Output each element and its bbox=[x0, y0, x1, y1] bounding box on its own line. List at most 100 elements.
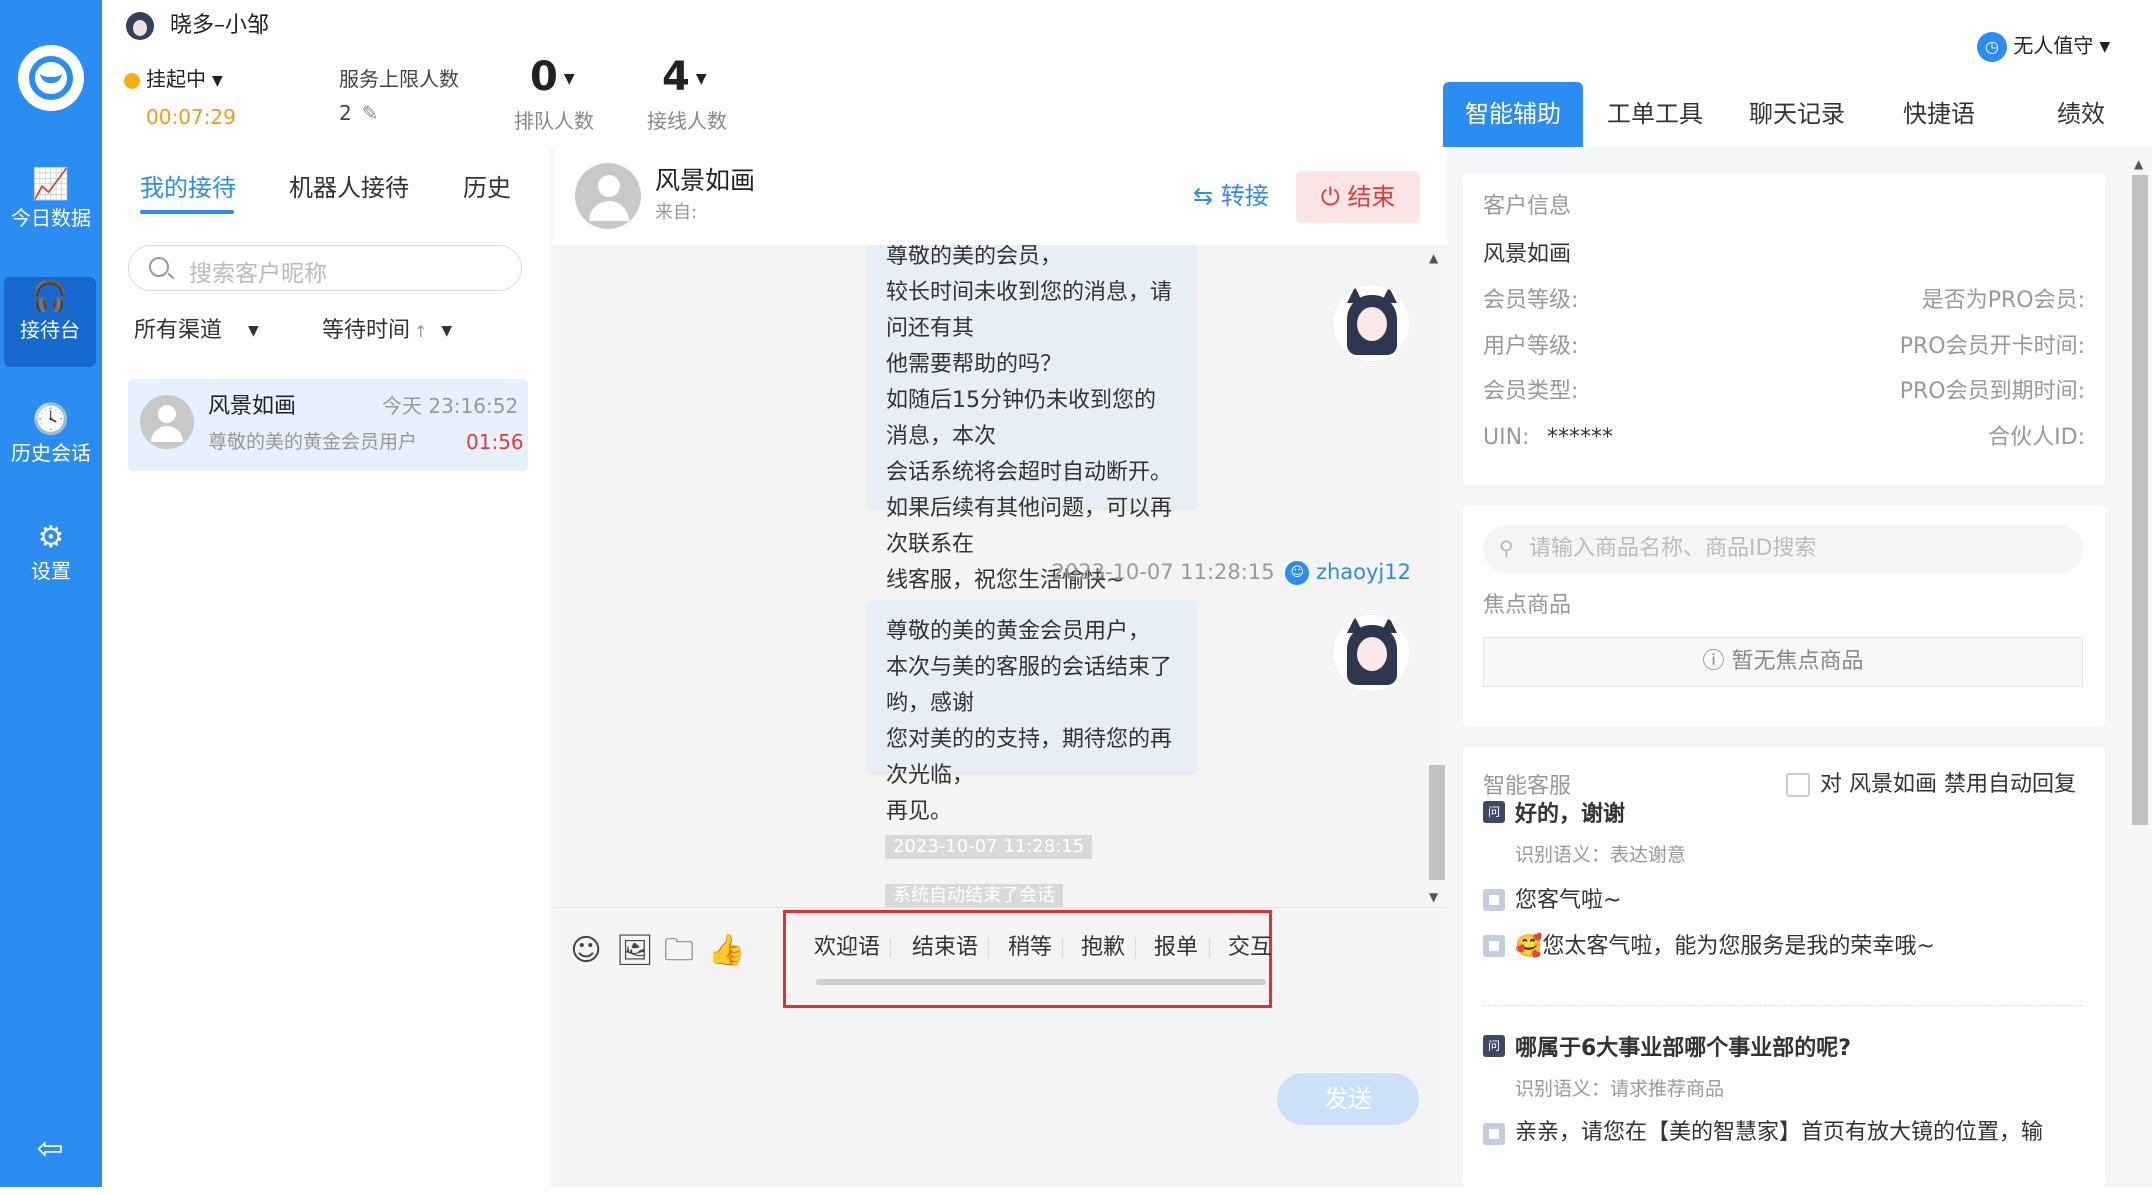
customer-avatar bbox=[575, 163, 641, 229]
pro-expire-time-label: PRO会员到期时间: bbox=[1899, 379, 2085, 404]
partner-id-label: 合伙人ID: bbox=[1988, 425, 2085, 450]
focus-product-title: 焦点商品 bbox=[1483, 593, 1572, 618]
arrow-up-icon: ↑ bbox=[414, 322, 428, 341]
answer-badge-icon bbox=[1483, 1123, 1505, 1145]
tab-chat-history[interactable]: 聊天记录 bbox=[1727, 82, 1867, 147]
qa-answer[interactable]: 🥰您太客气啦，能为您服务是我的荣幸哦~ bbox=[1515, 933, 1935, 961]
connected-count[interactable]: 4 ▼ bbox=[662, 54, 707, 102]
search-placeholder: 搜索客户昵称 bbox=[189, 261, 327, 287]
product-search-placeholder: 请输入商品名称、商品ID搜索 bbox=[1529, 536, 1817, 561]
scrollbar-thumb[interactable] bbox=[2132, 175, 2148, 825]
scroll-down-arrow-icon[interactable]: ▼ bbox=[1429, 890, 1438, 904]
session-list-panel: 我的接待 机器人接待 历史 搜索客户昵称 所有渠道 ▼ 等待时间 ↑ ▼ 风景如画 今… bbox=[102, 147, 551, 1187]
pause-status-icon bbox=[124, 72, 140, 89]
tab-my-reception[interactable]: 我的接待 bbox=[140, 173, 236, 203]
quick-phrase-bar: 欢迎语 结束语 稍等 抱歉 报单 交互短语 bbox=[783, 910, 1272, 1008]
unattended-toggle[interactable]: ◷ 无人值守 ▼ bbox=[1977, 32, 2110, 62]
channel-filter[interactable]: 所有渠道 ▼ bbox=[134, 317, 259, 345]
status-label: 挂起中 bbox=[146, 67, 206, 91]
scroll-up-arrow-icon[interactable]: ▲ bbox=[2134, 157, 2143, 171]
send-button[interactable]: 发送 bbox=[1277, 1073, 1419, 1125]
queue-value: 0 bbox=[530, 54, 558, 100]
message-bubble: 尊敬的美的会员， 较长时间未收到您的消息，请问还有其 他需要帮助的吗？ 如随后1… bbox=[868, 245, 1195, 593]
qa-answer[interactable]: 亲亲，请您在【美的智慧家】首页有放大镜的位置，输 bbox=[1515, 1119, 2085, 1147]
tab-robot-reception[interactable]: 机器人接待 bbox=[289, 173, 409, 203]
message-list[interactable]: 尊敬的美的会员， 较长时间未收到您的消息，请问还有其 他需要帮助的吗？ 如随后1… bbox=[553, 245, 1447, 907]
message-line: 尊敬的美的黄金会员用户， bbox=[886, 619, 1151, 644]
service-limit-value: 2 bbox=[339, 101, 352, 125]
service-limit-editor[interactable]: 2 ✎ bbox=[339, 100, 379, 126]
answer-badge-icon bbox=[1483, 889, 1505, 911]
tab-smart-assist[interactable]: 智能辅助 bbox=[1443, 82, 1583, 147]
connected-label: 接线人数 bbox=[647, 109, 727, 133]
tab-performance[interactable]: 绩效 bbox=[2011, 82, 2151, 147]
headset-logo-icon bbox=[18, 45, 84, 111]
message-line: 本次与美的客服的会话结束了哟，感谢 bbox=[886, 655, 1173, 716]
session-card[interactable]: 风景如画 今天 23:16:52 尊敬的美的黄金会员用户 01:56 bbox=[128, 379, 528, 471]
agent-avatar bbox=[126, 12, 154, 40]
customer-avatar bbox=[140, 395, 194, 449]
message-scrollbar[interactable]: ▲ ▼ bbox=[1423, 245, 1445, 907]
sort-filter-label: 等待时间 bbox=[322, 318, 411, 343]
app-window: 📈 今日数据 🎧 接待台 🕓 历史会话 ⚙ 设置 ⇦ 晓多–小邹 挂起中 ▼ 00… bbox=[0, 0, 2152, 1195]
message-time: 2023-10-07 11:28:15 bbox=[1051, 560, 1275, 584]
sort-filter[interactable]: 等待时间 ↑ ▼ bbox=[322, 317, 452, 346]
qa-intent: 识别语义：请求推荐商品 bbox=[1515, 1078, 1725, 1100]
session-wait-time: 01:56 bbox=[466, 430, 524, 454]
transfer-button[interactable]: ⇆ 转接 bbox=[1171, 171, 1291, 221]
question-badge-icon: 问 bbox=[1483, 1035, 1505, 1057]
quick-phrase-item[interactable]: 抱歉 bbox=[1081, 933, 1125, 963]
edit-pencil-icon[interactable]: ✎ bbox=[362, 101, 379, 125]
chart-icon: 📈 bbox=[32, 167, 70, 202]
customer-search-input[interactable]: 搜索客户昵称 bbox=[128, 245, 522, 291]
quick-phrase-item[interactable]: 报单 bbox=[1154, 933, 1198, 963]
qa-question: 哪属于6大事业部哪个事业部的呢? bbox=[1515, 1036, 1852, 1061]
divider bbox=[1135, 937, 1136, 959]
quick-phrase-item[interactable]: 稍等 bbox=[1008, 933, 1052, 963]
disable-auto-reply-checkbox[interactable] bbox=[1786, 773, 1810, 797]
logout-icon[interactable]: ⇦ bbox=[30, 1128, 70, 1168]
qa-answer[interactable]: 您客气啦~ bbox=[1515, 887, 1621, 915]
message-line: 会话系统将会超时自动断开。 bbox=[886, 460, 1173, 485]
status-dropdown[interactable]: 挂起中 ▼ bbox=[124, 66, 223, 94]
tab-quick-phrases[interactable]: 快捷语 bbox=[1869, 82, 2009, 147]
end-session-button[interactable]: ⏻ 结束 bbox=[1296, 171, 1420, 223]
quick-phrase-scrollbar[interactable] bbox=[816, 979, 1266, 985]
qa-question: 好的，谢谢 bbox=[1515, 802, 1626, 827]
folder-icon[interactable]: 🗀 bbox=[662, 934, 696, 968]
active-tab-indicator bbox=[140, 210, 234, 214]
product-search-input[interactable]: ⚲ 请输入商品名称、商品ID搜索 bbox=[1483, 525, 2083, 573]
customer-info-title: 客户信息 bbox=[1483, 194, 1572, 219]
nav-item-history[interactable]: 🕓 历史会话 bbox=[0, 400, 102, 490]
divider bbox=[1483, 1005, 2083, 1006]
qa-intent: 识别语义：表达谢意 bbox=[1515, 844, 1687, 866]
message-line: 如果后续有其他问题，可以再次联系在 bbox=[886, 496, 1173, 557]
tab-ticket-tools[interactable]: 工单工具 bbox=[1585, 82, 1725, 147]
quick-phrase-item[interactable]: 欢迎语 bbox=[814, 933, 880, 963]
transfer-label: 转接 bbox=[1220, 182, 1269, 210]
message-line: 他需要帮助的吗？ bbox=[886, 352, 1063, 377]
message-line: 如随后15分钟仍未收到您的消息，本次 bbox=[886, 388, 1156, 449]
emoji-icon[interactable]: ☺ bbox=[569, 934, 603, 968]
nav-item-today-data[interactable]: 📈 今日数据 bbox=[0, 165, 102, 255]
bot-avatar bbox=[1332, 614, 1410, 692]
session-preview: 尊敬的美的黄金会员用户 bbox=[208, 431, 418, 453]
scroll-up-arrow-icon[interactable]: ▲ bbox=[1429, 251, 1438, 265]
thumbs-up-icon[interactable]: 👍 bbox=[708, 934, 745, 968]
scrollbar-thumb[interactable] bbox=[1429, 765, 1445, 880]
agent-name: 晓多–小邹 bbox=[170, 13, 270, 38]
nav-item-reception[interactable]: 🎧 接待台 bbox=[4, 277, 96, 367]
image-icon[interactable]: 🖼 bbox=[616, 934, 654, 968]
quick-phrase-item[interactable]: 交互短语 bbox=[1228, 933, 1272, 963]
queue-count[interactable]: 0 ▼ bbox=[530, 54, 575, 102]
chevron-down-icon: ▼ bbox=[563, 71, 575, 87]
nav-item-settings[interactable]: ⚙ 设置 bbox=[0, 518, 102, 608]
smart-service-card: 智能客服 对 风景如画 禁用自动回复 问 好的，谢谢 识别语义：表达谢意 您客气… bbox=[1463, 747, 2105, 1187]
search-icon: ⚲ bbox=[1499, 536, 1514, 560]
assist-scrollbar[interactable]: ▲ bbox=[2129, 157, 2151, 1187]
member-level-label: 会员等级: bbox=[1483, 288, 1579, 313]
session-customer-name: 风景如画 bbox=[208, 394, 297, 419]
tab-history[interactable]: 历史 bbox=[463, 173, 511, 203]
focus-empty-text: 暂无焦点商品 bbox=[1731, 649, 1864, 674]
quick-phrase-item[interactable]: 结束语 bbox=[912, 933, 978, 963]
